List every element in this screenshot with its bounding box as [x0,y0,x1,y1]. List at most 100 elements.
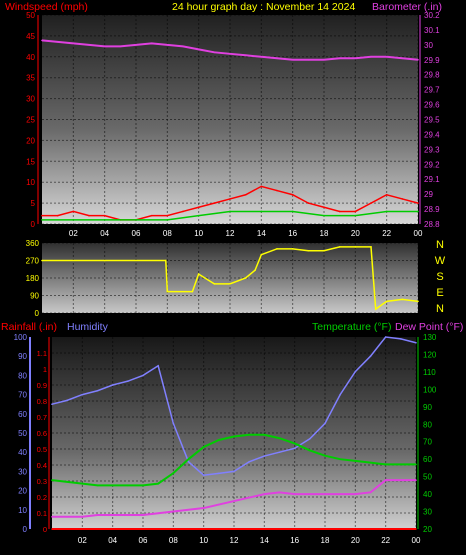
direction-tick-label: 270 [26,257,40,266]
x-tick-label: 14 [257,229,266,238]
data-point [339,393,341,396]
data-point [127,380,129,382]
barometer-tick-label: 29.6 [424,101,440,110]
data-point [72,219,75,221]
data-point [142,514,144,516]
data-point [278,451,281,454]
data-point [248,496,250,499]
x-tick-label: 00 [414,229,423,238]
windspeed-tick-label: 40 [26,53,35,62]
data-point [66,399,68,402]
temperature-tick-label: 20 [423,525,432,534]
x-tick-label: 06 [139,536,148,545]
barometer-tick-label: 29.8 [424,71,440,80]
data-point [88,44,90,46]
barometer-tick-label: 28.9 [424,205,440,214]
data-point [229,53,231,55]
data-point [370,246,372,248]
compass-label: S [436,271,443,283]
data-point [260,185,263,188]
chart-title: 24 hour graph day : November 14 2024 [172,1,355,13]
data-point [401,57,404,60]
data-point [276,248,278,250]
data-point [370,202,372,204]
data-point [187,458,190,460]
data-point [41,259,43,262]
data-point [369,355,372,358]
windspeed-axis-title: Windspeed (mph) [5,1,88,13]
data-point [218,472,220,475]
data-point [229,198,231,200]
data-point [197,214,200,217]
temperature-tick-label: 60 [423,455,432,464]
data-point [233,435,235,438]
data-point [248,433,250,436]
humidity-tick-label: 20 [18,487,27,496]
data-point [339,458,341,460]
data-point [400,338,402,340]
data-point [135,44,137,46]
data-point [150,42,153,45]
x-tick-label: 04 [108,536,117,545]
x-tick-label: 18 [320,229,329,238]
data-point [150,214,153,217]
direction-tick-label: 0 [35,309,40,318]
data-point [244,193,247,196]
data-point [56,214,59,217]
data-point [369,461,372,464]
temperature-axis: 20 30 40 50 60 70 80 90 100 110 120 130 [417,333,437,534]
data-point [248,461,250,463]
humidity-tick-label: 90 [18,352,27,361]
data-point [401,198,404,200]
windspeed-tick-label: 20 [26,136,35,145]
humidity-tick-label: 10 [18,506,27,515]
data-point [384,336,387,338]
dewpoint-axis-title: Dew Point (°F) [395,321,463,333]
data-point [103,214,106,217]
data-point [172,422,175,425]
rainfall-axis: 0 0.1 0.2 0.3 0.4 0.5 0.6 0.7 0.8 0.9 1 1.1 [37,337,50,534]
temperature-tick-label: 100 [423,385,437,394]
data-point [72,42,75,45]
barometer-tick-label: 29.4 [424,130,440,139]
temperature-tick-label: 70 [423,438,432,447]
temperature-tick-label: 30 [423,508,432,517]
barometer-axis: 28.8 28.9 29 29.1 29.2 29.3 29.4 29.5 29.6 29.7 29… [419,11,440,229]
data-point [384,463,387,466]
data-point [415,341,417,344]
data-point [166,219,169,221]
data-point [103,259,106,262]
data-point [323,249,325,252]
data-point [324,454,326,457]
data-point [202,507,205,509]
temperature-tick-label: 120 [423,350,437,359]
windspeed-tick-label: 0 [31,220,36,229]
data-point [66,515,68,518]
rainfall-tick-label: 0 [43,525,47,534]
barometer-tick-label: 30 [424,41,433,50]
humidity-tick-label: 40 [18,448,27,457]
temperature-tick-label: 110 [423,368,436,377]
wind-x-axis: 02 04 06 08 10 12 14 16 18 20 22 00 [69,229,423,238]
windspeed-axis: 0 5 10 15 20 25 30 35 40 45 50 [26,11,39,229]
data-point [157,482,159,485]
humidity-tick-label: 0 [23,525,28,534]
data-point [229,283,231,285]
data-point [51,479,53,481]
compass-label: W [435,255,446,267]
data-point [197,206,200,209]
compass-labels: NWSEN [435,239,446,315]
data-point [338,210,341,213]
windspeed-tick-label: 5 [31,199,36,208]
data-point [111,484,114,487]
data-point [103,219,106,221]
direction-axis: 0 90 180 270 360 [26,239,40,318]
data-point [291,248,294,250]
data-point [218,439,220,441]
rainfall-tick-label: 0.4 [37,461,47,470]
data-point [96,514,99,516]
data-point [324,493,326,495]
rainfall-tick-label: 0.7 [37,413,47,422]
rainfall-tick-label: 0.8 [37,397,47,406]
data-point [51,515,53,518]
